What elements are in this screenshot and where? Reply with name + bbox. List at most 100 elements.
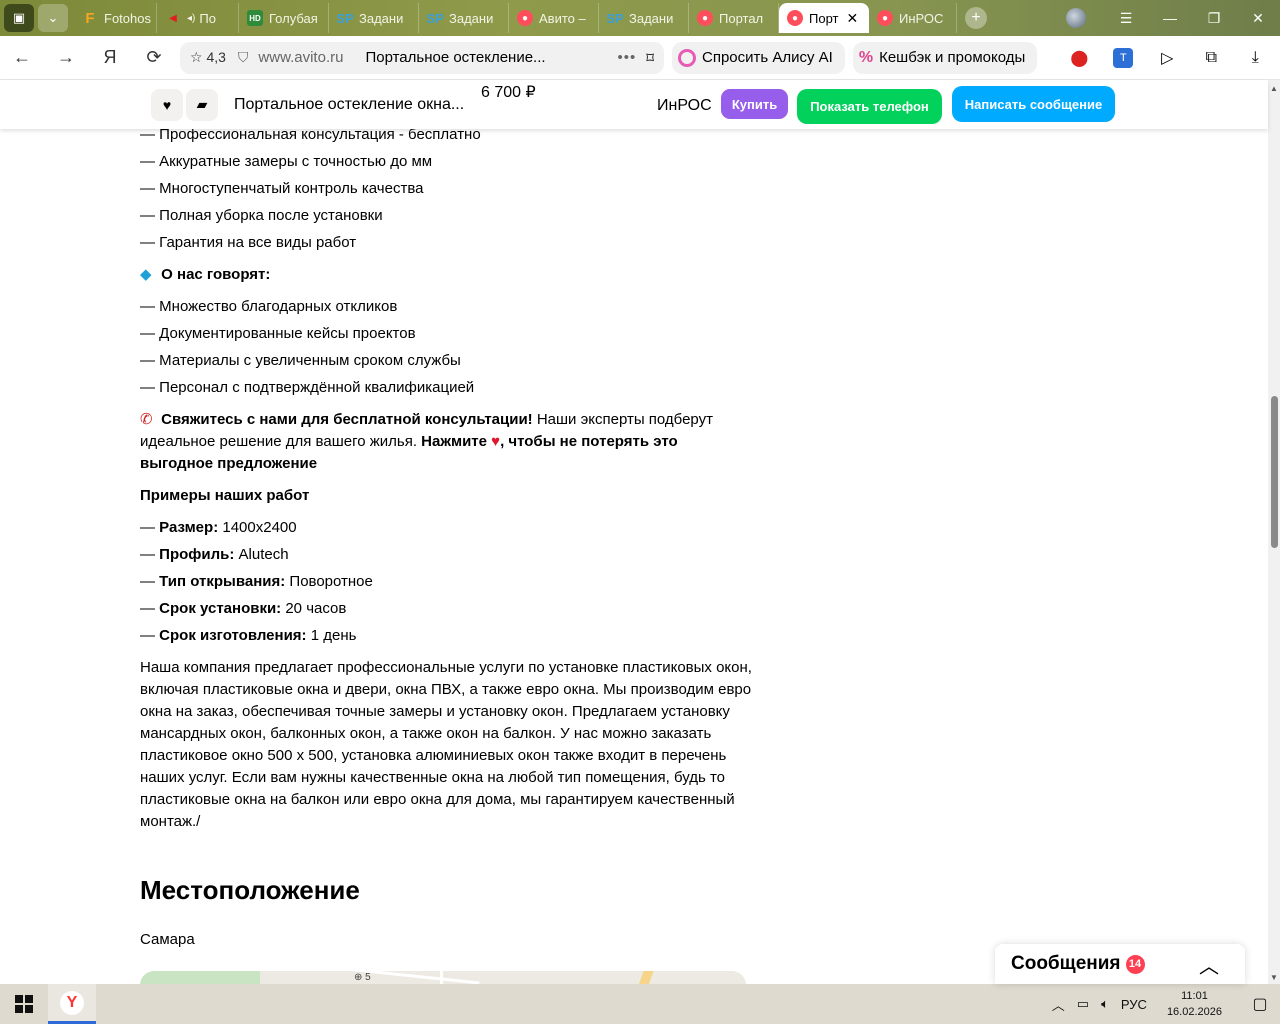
heart-icon: ♥ bbox=[162, 96, 172, 113]
browser-tab[interactable]: ● ИнРОС bbox=[869, 3, 957, 33]
show-phone-button[interactable]: Показать телефон bbox=[797, 89, 942, 124]
location-heading: Местоположение bbox=[140, 875, 360, 905]
browser-tab[interactable]: SP Задани bbox=[329, 3, 419, 33]
examples-heading: Примеры наших работ bbox=[140, 487, 310, 504]
messages-label: Сообщения bbox=[1011, 953, 1121, 974]
sidebar-toggle-button[interactable]: ▣ bbox=[4, 4, 34, 32]
messages-widget[interactable]: Сообщения 14 ︿ bbox=[995, 944, 1245, 984]
tab-audio-icon[interactable]: ◂) bbox=[187, 13, 195, 24]
browser-tab[interactable]: ● Авито – bbox=[509, 3, 599, 33]
minimize-button[interactable]: — bbox=[1148, 10, 1192, 26]
extension-shield-icon[interactable]: ⬤ bbox=[1057, 48, 1101, 68]
map-road bbox=[280, 971, 480, 985]
start-button[interactable] bbox=[0, 984, 48, 1024]
scroll-up-icon[interactable]: ▲ bbox=[1270, 84, 1278, 93]
listing-price: 6 700 ₽ bbox=[481, 84, 536, 101]
browser-toolbar: ← → Я ⟳ ☆ 4,3 ⛉ www.avito.ru Портальное … bbox=[0, 36, 1280, 80]
network-icon[interactable]: ▭ bbox=[1077, 996, 1089, 1012]
clock[interactable]: 11:01 16.02.2026 bbox=[1167, 988, 1222, 1020]
review-item: — Множество благодарных откликов bbox=[140, 298, 398, 315]
heart-emoji-icon: ♥ bbox=[491, 433, 501, 450]
video-player-icon[interactable]: ▷ bbox=[1145, 48, 1189, 68]
tab-strip: F Fotohos ◀ ◂) По HD Голубая SP Задани SP Задани ● А… bbox=[74, 0, 957, 36]
map-label-text: 5 bbox=[365, 972, 371, 983]
tab-favicon-icon: SP bbox=[426, 10, 444, 26]
spec-value: 20 часов bbox=[285, 600, 347, 617]
map-road bbox=[636, 971, 654, 985]
write-message-button[interactable]: Написать сообщение bbox=[952, 86, 1115, 122]
tab-favicon-icon: HD bbox=[247, 10, 263, 26]
close-tab-icon[interactable]: ✕ bbox=[846, 10, 858, 27]
tab-label: Fotohos bbox=[104, 10, 151, 26]
downloads-icon[interactable]: ⤓ bbox=[1233, 49, 1277, 67]
spec-label: Срок изготовления: bbox=[159, 627, 307, 644]
browser-tab[interactable]: ◀ ◂) По bbox=[157, 3, 239, 33]
buy-button[interactable]: Купить bbox=[721, 89, 788, 119]
more-icon[interactable]: ••• bbox=[618, 49, 637, 66]
reload-button[interactable]: ⟳ bbox=[132, 47, 176, 68]
address-bar[interactable]: ☆ 4,3 ⛉ www.avito.ru Портальное остеклен… bbox=[180, 41, 664, 74]
extension-translate-icon[interactable]: T bbox=[1101, 47, 1145, 68]
diamond-icon: ◆ bbox=[140, 266, 152, 283]
yandex-browser-taskbar-button[interactable]: Y bbox=[48, 984, 96, 1024]
menu-icon[interactable]: ☰ bbox=[1104, 10, 1148, 27]
yandex-home-button[interactable]: Я bbox=[88, 47, 132, 68]
scroll-down-icon[interactable]: ▼ bbox=[1270, 973, 1278, 982]
restore-button[interactable]: ❐ bbox=[1192, 10, 1236, 27]
chevron-up-icon[interactable]: ︿ bbox=[1199, 950, 1219, 979]
cta-bold: Свяжитесь с нами для бесплатной консульт… bbox=[161, 411, 533, 428]
site-rating[interactable]: ☆ 4,3 bbox=[190, 49, 226, 66]
seller-name[interactable]: ИнРОС bbox=[657, 97, 712, 115]
page-scrollbar[interactable]: ▲ ▼ bbox=[1268, 80, 1280, 984]
browser-tab[interactable]: SP Задани bbox=[419, 3, 509, 33]
browser-tab[interactable]: ● Портал bbox=[689, 3, 779, 33]
tab-label: Порт bbox=[809, 10, 839, 26]
advantage-item: — Гарантия на все виды работ bbox=[140, 234, 357, 251]
new-tab-button[interactable]: + bbox=[965, 7, 987, 29]
bookmark-icon[interactable]: ⌑ bbox=[646, 49, 654, 67]
review-item: — Документированные кейсы проектов bbox=[140, 325, 416, 342]
browser-tab[interactable]: ● Порт ✕ bbox=[779, 3, 869, 33]
browser-tab[interactable]: F Fotohos bbox=[74, 3, 157, 33]
forward-button[interactable]: → bbox=[44, 47, 88, 68]
collections-icon[interactable]: ⧉ bbox=[1189, 49, 1233, 67]
back-button[interactable]: ← bbox=[0, 47, 44, 68]
spec-row: — Срок установки: 20 часов bbox=[140, 600, 347, 617]
tray-expand-icon[interactable]: ︿ bbox=[1052, 995, 1065, 1014]
location-map[interactable]: ⊕ 5 bbox=[140, 971, 746, 985]
tab-label: ИнРОС bbox=[899, 10, 944, 26]
shield-icon[interactable]: ⛉ bbox=[238, 49, 249, 66]
spec-value: Alutech bbox=[238, 546, 289, 563]
alice-button[interactable]: Спросить Алису AI bbox=[672, 41, 845, 74]
listing-title: Портальное остекление окна... bbox=[234, 95, 465, 113]
spec-row: — Размер: 1400х2400 bbox=[140, 519, 297, 536]
advantage-item: — Аккуратные замеры с точностью до мм bbox=[140, 153, 433, 170]
note-button[interactable]: ▰ bbox=[186, 88, 218, 121]
tab-favicon-icon: SP bbox=[606, 10, 624, 26]
cta-press: Нажмите bbox=[421, 433, 487, 450]
profile-avatar[interactable] bbox=[1066, 8, 1086, 28]
alice-icon bbox=[678, 48, 696, 67]
tab-label: Авито – bbox=[539, 10, 586, 26]
browser-tab[interactable]: SP Задани bbox=[599, 3, 689, 33]
tabs-menu-button[interactable]: ⌄ bbox=[38, 4, 68, 32]
clock-date: 16.02.2026 bbox=[1166, 1006, 1222, 1018]
reviews-heading-text: О нас говорят: bbox=[161, 266, 271, 283]
scrollbar-thumb[interactable] bbox=[1271, 396, 1278, 548]
system-tray: ︿ ▭ 🔈︎ РУС 11:01 16.02.2026 ▢ bbox=[1046, 984, 1280, 1024]
favorite-button[interactable]: ♥ bbox=[151, 88, 183, 121]
close-window-button[interactable]: ✕ bbox=[1236, 10, 1280, 27]
tab-favicon-icon: ● bbox=[697, 10, 713, 26]
cashback-button[interactable]: % Кешбэк и промокоды bbox=[852, 41, 1038, 74]
tab-label: Портал bbox=[719, 10, 764, 26]
cashback-label: Кешбэк и промокоды bbox=[879, 49, 1026, 66]
language-indicator[interactable]: РУС bbox=[1121, 997, 1147, 1012]
tab-label: Задани bbox=[449, 10, 494, 26]
notifications-icon[interactable]: ▢ bbox=[1240, 994, 1280, 1014]
note-icon: ▰ bbox=[196, 96, 208, 112]
browser-tab[interactable]: HD Голубая bbox=[239, 3, 329, 33]
tab-label: Задани bbox=[629, 10, 674, 26]
spec-value: 1 день bbox=[310, 627, 357, 644]
volume-icon[interactable]: 🔈︎ bbox=[1101, 996, 1109, 1012]
chevron-down-icon: ⌄ bbox=[47, 10, 59, 25]
